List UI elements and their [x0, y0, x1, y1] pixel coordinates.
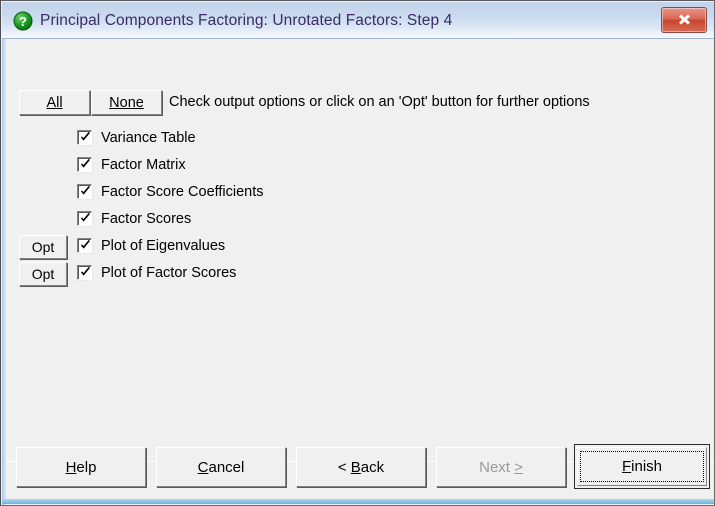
checkmark-icon: [81, 267, 90, 276]
option-checkbox[interactable]: [77, 238, 92, 253]
select-none-button[interactable]: None: [91, 90, 162, 115]
option-label: Plot of Eigenvalues: [101, 238, 226, 254]
opt-button[interactable]: Opt: [19, 235, 67, 259]
option-label: Plot of Factor Scores: [101, 265, 237, 281]
next-button-label: Next >: [479, 458, 523, 476]
finish-button[interactable]: Finish: [574, 444, 710, 489]
opt-button-label: Opt: [31, 266, 55, 282]
option-row: Factor Matrix: [7, 153, 714, 180]
dialog-content: All None Check output options or click o…: [7, 40, 714, 501]
back-button[interactable]: < Back: [296, 447, 426, 487]
checkmark-icon: [81, 132, 90, 141]
svg-text:?: ?: [19, 14, 27, 29]
checkmark-icon: [81, 213, 90, 222]
checkmark-icon: [81, 240, 90, 249]
help-button-label: Help: [65, 458, 97, 476]
opt-button[interactable]: Opt: [19, 262, 67, 286]
option-row: Opt Plot of Eigenvalues: [7, 234, 714, 261]
cancel-button[interactable]: Cancel: [156, 447, 286, 487]
opt-button-label: Opt: [31, 239, 55, 255]
question-mark-icon: ?: [13, 11, 33, 31]
option-checkbox[interactable]: [77, 184, 92, 199]
next-button: Next >: [436, 447, 566, 487]
output-options-list: Variance Table Factor Matrix Factor Score …: [7, 126, 714, 288]
option-label: Variance Table: [101, 130, 196, 146]
option-checkbox[interactable]: [77, 157, 92, 172]
option-checkbox[interactable]: [77, 265, 92, 280]
help-button[interactable]: Help: [16, 447, 146, 487]
instruction-text: Check output options or click on an 'Opt…: [169, 94, 590, 110]
none-button-label: None: [109, 94, 144, 111]
option-row: Factor Score Coefficients: [7, 180, 714, 207]
window-frame-edge-bottom: [2, 499, 714, 504]
option-label: Factor Scores: [101, 211, 192, 227]
window-frame-edge-left: [2, 2, 6, 505]
finish-button-bevel: Finish: [577, 447, 707, 486]
option-checkbox[interactable]: [77, 130, 92, 145]
option-label: Factor Matrix: [101, 157, 186, 173]
cancel-button-label: Cancel: [197, 458, 245, 476]
finish-button-focus-ring: Finish: [580, 451, 704, 482]
dialog-window: ? Principal Components Factoring: Unrota…: [0, 0, 715, 506]
all-button-accel: All: [46, 94, 63, 111]
close-icon: [678, 14, 690, 25]
finish-button-label: Finish: [621, 458, 663, 475]
checkmark-icon: [81, 159, 90, 168]
checkmark-icon: [81, 186, 90, 195]
option-row: Factor Scores: [7, 207, 714, 234]
option-row: Variance Table: [7, 126, 714, 153]
select-all-button[interactable]: All: [19, 90, 90, 115]
option-checkbox[interactable]: [77, 211, 92, 226]
close-button[interactable]: [661, 7, 707, 33]
back-button-label: < Back: [337, 458, 385, 476]
option-label: Factor Score Coefficients: [101, 184, 264, 200]
title-bar: ? Principal Components Factoring: Unrota…: [2, 2, 714, 39]
option-row: Opt Plot of Factor Scores: [7, 261, 714, 288]
window-title: Principal Components Factoring: Unrotate…: [40, 12, 453, 29]
